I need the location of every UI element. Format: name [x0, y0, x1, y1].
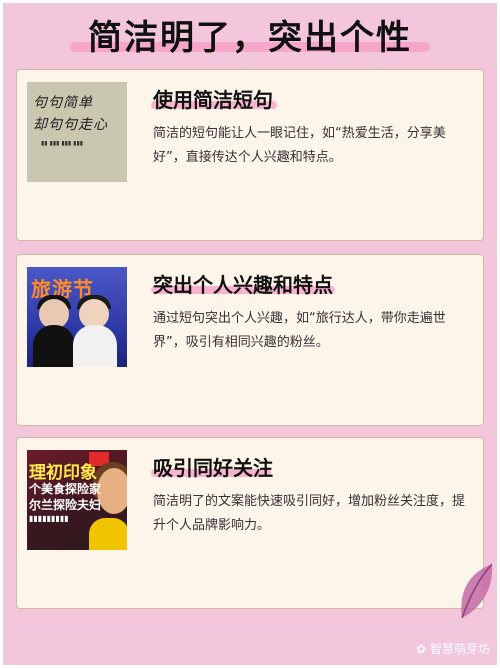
card-title: 突出个人兴趣和特点: [153, 273, 333, 297]
card-title: 使用简洁短句: [153, 88, 273, 112]
card-description: 简洁的短句能让人一眼记住，如“热爱生活，分享美好”，直接传达个人兴趣和特点。: [153, 126, 446, 165]
watermark: ✿ 智慧萌芽坊: [416, 640, 490, 657]
card-title: 吸引同好关注: [153, 456, 273, 480]
card-thumbnail-travel-image: 旅游节: [27, 267, 127, 367]
person-body-2: [73, 325, 117, 367]
tip-card-attract-followers: 理初印象 个美食探险家 尔兰探险夫妇 ▮▮▮▮▮▮▮▮▮ 吸引同好关注 简洁明了…: [16, 437, 484, 609]
thumb-text-line-2: 却句句走心: [33, 117, 108, 133]
watermark-text: 智慧萌芽坊: [429, 642, 490, 656]
petal-decoration: [461, 563, 493, 619]
person-face: [97, 468, 127, 514]
thumb-text-line-2: 个美食探险家: [29, 482, 102, 496]
tip-card-highlight-interests: 旅游节 突出个人兴趣和特点 通过短句突出个人兴趣，如“旅行达人，带你走遍世界”，…: [16, 254, 484, 426]
card-thumbnail-food-image: 理初印象 个美食探险家 尔兰探险夫妇 ▮▮▮▮▮▮▮▮▮: [27, 450, 127, 550]
thumb-footnote: ▮▮▮▮▮▮▮▮▮: [29, 514, 69, 523]
page-title: 简洁明了，突出个性: [0, 10, 500, 59]
watermark-icon: ✿: [416, 642, 430, 656]
card-thumbnail-text-image: 句句简单 却句句走心 ▮▮ ▮▮▮ ▮▮▮ ▮▮▮: [27, 82, 127, 182]
tip-card-concise-sentences: 句句简单 却句句走心 ▮▮ ▮▮▮ ▮▮▮ ▮▮▮ 使用简洁短句 简洁的短句能让…: [16, 69, 484, 241]
thumb-text-line-1: 句句简单: [33, 95, 93, 111]
person-shirt: [89, 518, 127, 550]
thumb-footnote: ▮▮ ▮▮▮ ▮▮▮ ▮▮▮: [41, 140, 84, 147]
card-description: 通过短句突出个人兴趣，如“旅行达人，带你走遍世界”，吸引有相同兴趣的粉丝。: [153, 311, 446, 350]
thumb-text-line-3: 尔兰探险夫妇: [29, 498, 102, 512]
page-title-text: 简洁明了，突出个性: [88, 18, 412, 58]
person-body-1: [33, 325, 75, 367]
card-description: 简洁明了的文案能快速吸引同好，增加粉丝关注度，提升个人品牌影响力。: [153, 494, 466, 533]
